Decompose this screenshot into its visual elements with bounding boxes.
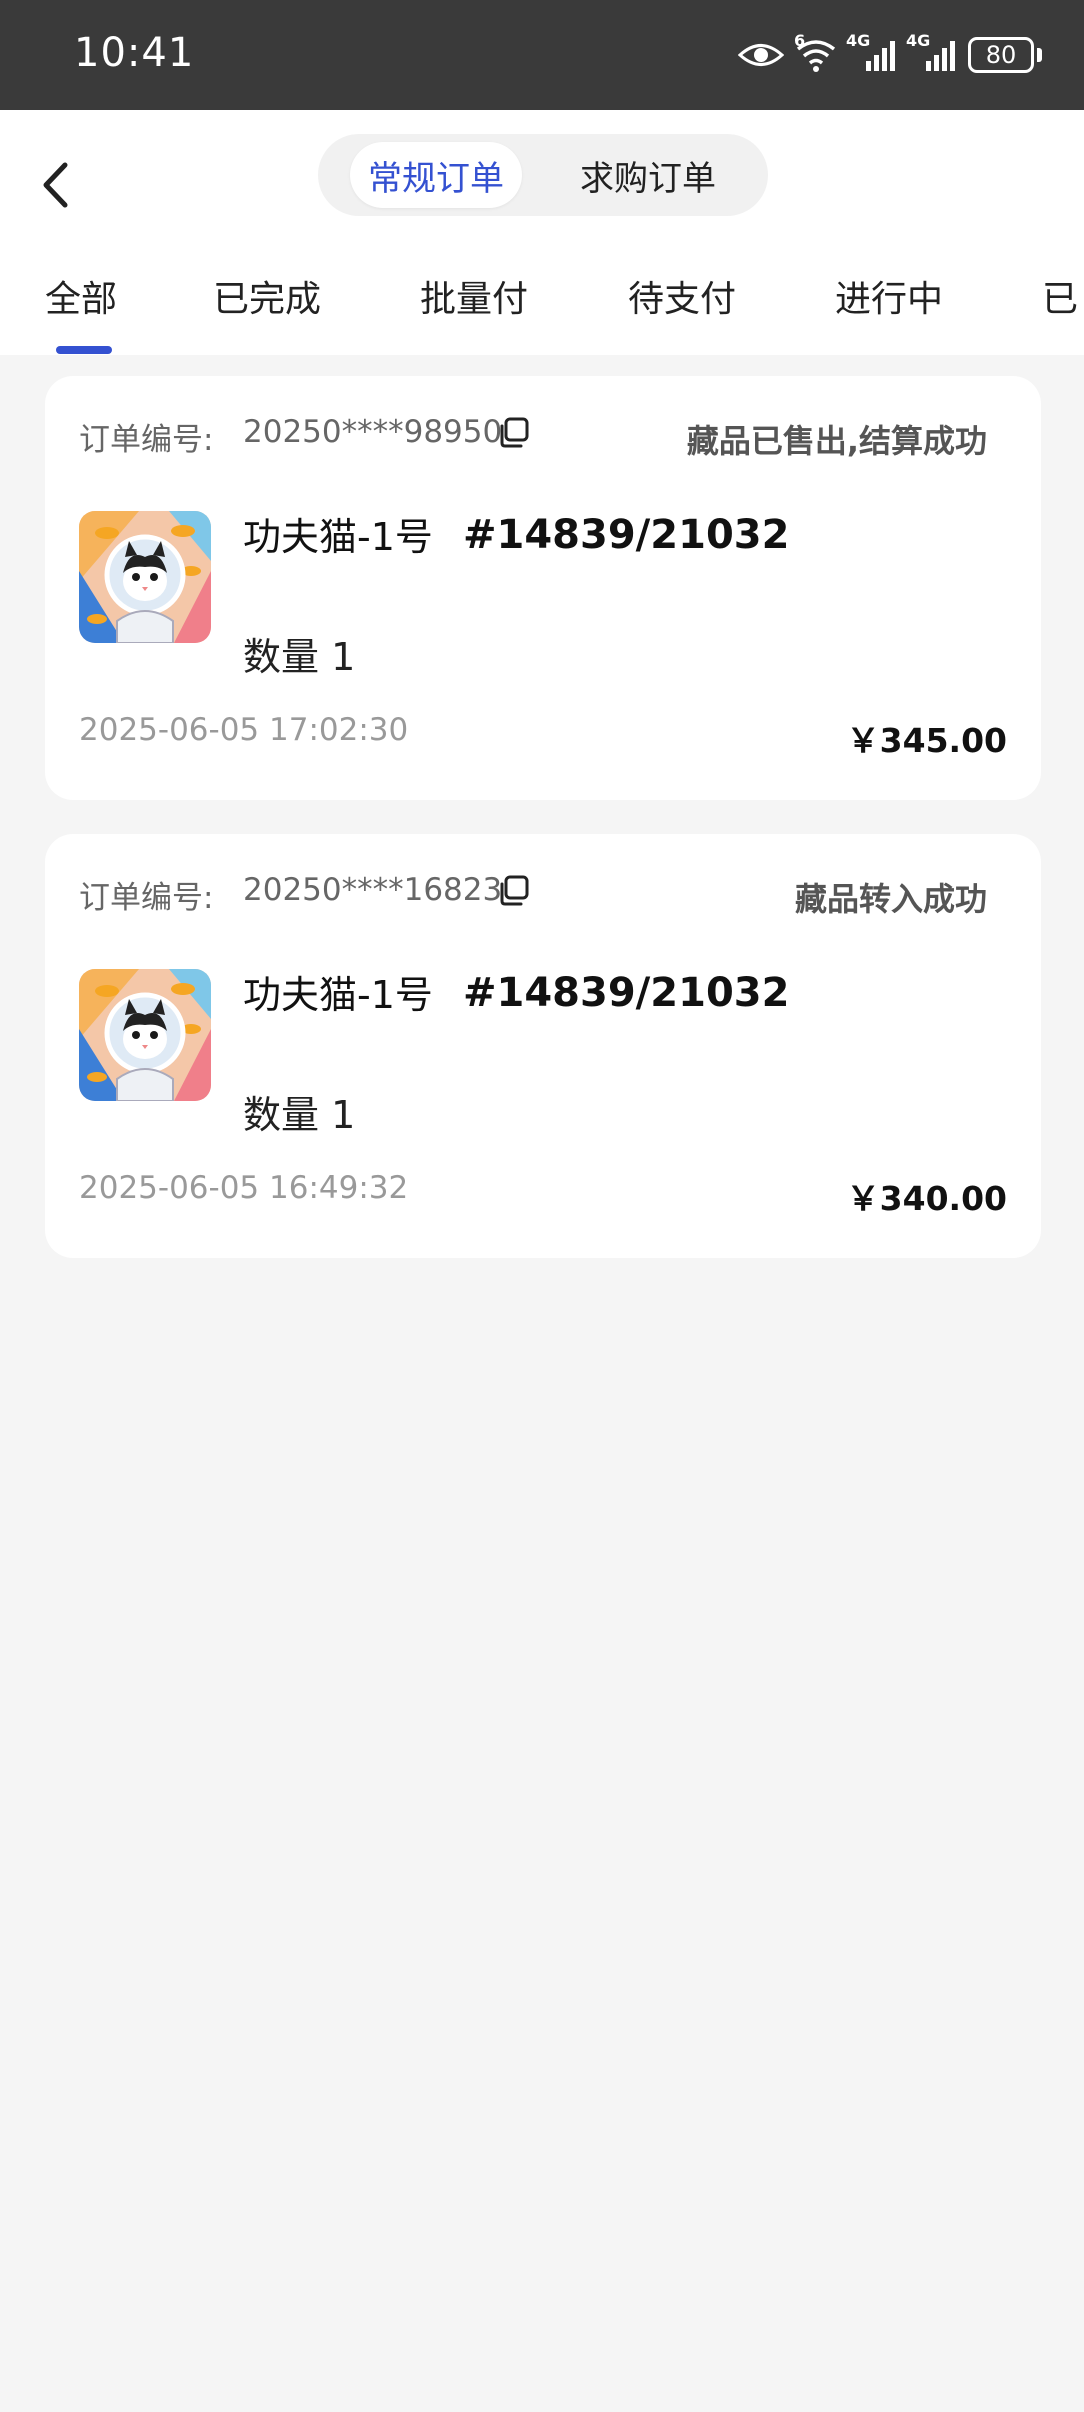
tab-pending-payment[interactable]: 待支付 xyxy=(628,270,736,322)
order-card[interactable]: 订单编号: 20250****98950 藏品已售出,结算成功 功夫猫-1号 #… xyxy=(45,376,1041,800)
status-badge: 藏品转入成功 xyxy=(794,880,987,918)
quantity: 数量 1 xyxy=(243,1093,356,1137)
order-number: 20250****98950 xyxy=(243,414,503,450)
tab-completed[interactable]: 已完成 xyxy=(213,270,321,322)
product-name: 功夫猫-1号 xyxy=(243,973,433,1017)
order-date: 2025-06-05 17:02:30 xyxy=(79,712,409,748)
tab-more[interactable]: 已 xyxy=(1042,270,1078,322)
battery-level: 80 xyxy=(968,37,1034,73)
copy-icon[interactable] xyxy=(497,416,531,450)
product-name: 功夫猫-1号 xyxy=(243,515,433,559)
back-button[interactable] xyxy=(30,150,80,220)
chevron-left-icon xyxy=(43,162,68,208)
tab-indicator xyxy=(56,346,112,354)
status-icons: 6 4G 4G 80 xyxy=(738,30,1042,80)
segment-purchase-orders[interactable]: 求购订单 xyxy=(558,142,738,208)
signal-icon: 4G xyxy=(846,31,898,73)
order-card[interactable]: 订单编号: 20250****16823 藏品转入成功 功夫猫-1号 #1483… xyxy=(45,834,1041,1258)
product-serial: #14839/21032 xyxy=(463,512,790,558)
order-status-tabs: 全部 已完成 批量付 待支付 进行中 已 xyxy=(0,270,1084,355)
battery-icon: 80 xyxy=(968,37,1042,73)
tab-in-progress[interactable]: 进行中 xyxy=(835,270,943,322)
product-thumbnail xyxy=(79,511,211,643)
quantity: 数量 1 xyxy=(243,635,356,679)
eye-icon xyxy=(738,40,784,70)
tab-batch-pay[interactable]: 批量付 xyxy=(420,270,528,322)
product-thumbnail xyxy=(79,969,211,1101)
product-serial: #14839/21032 xyxy=(463,970,790,1016)
signal-icon: 4G xyxy=(906,31,958,73)
status-bar: 10:41 6 4G 4G 80 xyxy=(0,0,1084,110)
header: 常规订单 求购订单 全部 已完成 批量付 待支付 进行中 已 xyxy=(0,110,1084,355)
wifi-icon: 6 xyxy=(794,31,838,73)
tab-all[interactable]: 全部 xyxy=(45,270,117,322)
order-number-label: 订单编号: xyxy=(79,880,214,916)
order-date: 2025-06-05 16:49:32 xyxy=(79,1170,409,1206)
order-type-switch: 常规订单 求购订单 xyxy=(318,134,768,216)
order-number: 20250****16823 xyxy=(243,872,503,908)
segment-regular-orders[interactable]: 常规订单 xyxy=(350,142,522,208)
order-price: ￥345.00 xyxy=(846,721,1007,760)
copy-icon[interactable] xyxy=(497,874,531,908)
status-badge: 藏品已售出,结算成功 xyxy=(686,422,987,460)
status-time: 10:41 xyxy=(74,30,195,76)
order-price: ￥340.00 xyxy=(846,1179,1007,1218)
order-number-label: 订单编号: xyxy=(79,422,214,458)
